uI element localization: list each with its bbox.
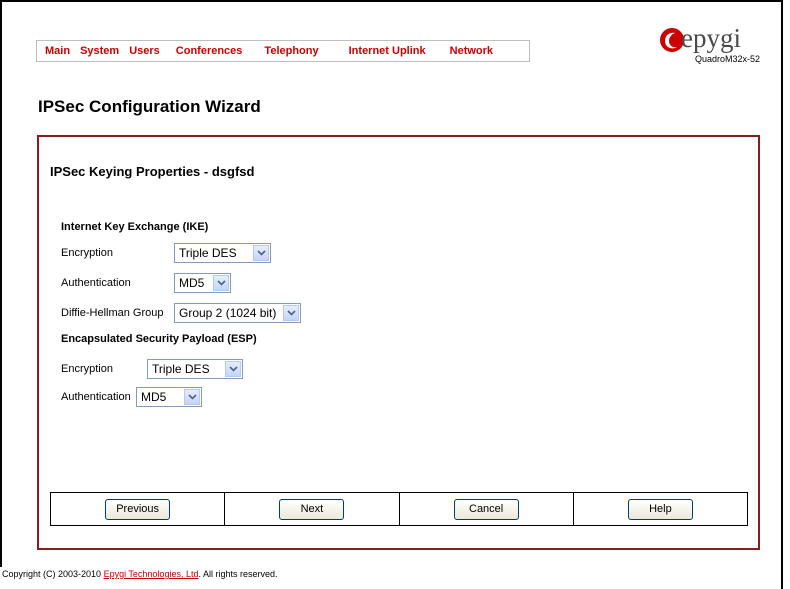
logo-wordmark: epygi bbox=[681, 23, 741, 53]
main-nav-bar: Main System Users Conferences Telephony … bbox=[36, 40, 530, 62]
nav-item-telephony[interactable]: Telephony bbox=[264, 45, 318, 57]
button-cell-help: Help bbox=[574, 493, 747, 525]
copyright-prefix: Copyright (C) 2003-2010 bbox=[2, 569, 104, 579]
wizard-button-bar: Previous Next Cancel Help bbox=[50, 492, 748, 526]
ike-dh-group-select[interactable]: Group 2 (1024 bit) bbox=[174, 303, 301, 323]
chevron-down-icon bbox=[283, 305, 299, 321]
esp-authentication-value: MD5 bbox=[141, 390, 167, 404]
nav-item-system[interactable]: System bbox=[80, 45, 119, 57]
help-button[interactable]: Help bbox=[627, 498, 693, 520]
ike-authentication-value: MD5 bbox=[179, 276, 205, 290]
ike-encryption-label: Encryption bbox=[61, 247, 113, 259]
button-cell-previous: Previous bbox=[51, 493, 226, 525]
chevron-down-icon bbox=[253, 245, 269, 261]
ike-dh-group-value: Group 2 (1024 bit) bbox=[179, 306, 277, 320]
chevron-down-icon bbox=[184, 389, 200, 405]
chevron-down-icon bbox=[225, 361, 241, 377]
window-right-border bbox=[781, 0, 783, 589]
ike-group-title: Internet Key Exchange (IKE) bbox=[61, 221, 209, 233]
chevron-down-icon bbox=[213, 275, 229, 291]
ike-authentication-label: Authentication bbox=[61, 277, 131, 289]
nav-item-network[interactable]: Network bbox=[450, 45, 493, 57]
page-title: IPSec Configuration Wizard bbox=[38, 97, 261, 116]
ike-encryption-select[interactable]: Triple DES bbox=[174, 243, 271, 263]
ike-dh-group-label: Diffie-Hellman Group bbox=[61, 307, 164, 319]
nav-item-internet-uplink[interactable]: Internet Uplink bbox=[349, 45, 426, 57]
button-cell-cancel: Cancel bbox=[400, 493, 574, 525]
device-model-label: QuadroM32x-52 bbox=[695, 54, 761, 64]
esp-encryption-label: Encryption bbox=[61, 363, 113, 375]
epygi-link[interactable]: Epygi Technologies, Ltd bbox=[104, 569, 199, 579]
nav-item-conferences[interactable]: Conferences bbox=[176, 45, 243, 57]
esp-authentication-label: Authentication bbox=[61, 391, 131, 403]
previous-button[interactable]: Previous bbox=[105, 498, 171, 520]
esp-encryption-value: Triple DES bbox=[152, 362, 210, 376]
ike-encryption-value: Triple DES bbox=[179, 246, 237, 260]
nav-item-users[interactable]: Users bbox=[129, 45, 160, 57]
section-title: IPSec Keying Properties - dsgfsd bbox=[50, 164, 255, 179]
copyright-footer: Copyright (C) 2003-2010 Epygi Technologi… bbox=[2, 569, 278, 579]
epygi-logo: epygi QuadroM32x-52 bbox=[651, 23, 771, 64]
esp-group-title: Encapsulated Security Payload (ESP) bbox=[61, 333, 257, 345]
window-left-border bbox=[0, 0, 2, 567]
copyright-suffix: . All rights reserved. bbox=[198, 569, 278, 579]
next-button[interactable]: Next bbox=[279, 498, 345, 520]
button-cell-next: Next bbox=[225, 493, 400, 525]
ike-authentication-select[interactable]: MD5 bbox=[174, 273, 231, 293]
esp-authentication-select[interactable]: MD5 bbox=[136, 387, 202, 407]
nav-item-main[interactable]: Main bbox=[45, 45, 70, 57]
esp-encryption-select[interactable]: Triple DES bbox=[147, 359, 243, 379]
cancel-button[interactable]: Cancel bbox=[453, 498, 519, 520]
window-top-border bbox=[0, 0, 782, 2]
